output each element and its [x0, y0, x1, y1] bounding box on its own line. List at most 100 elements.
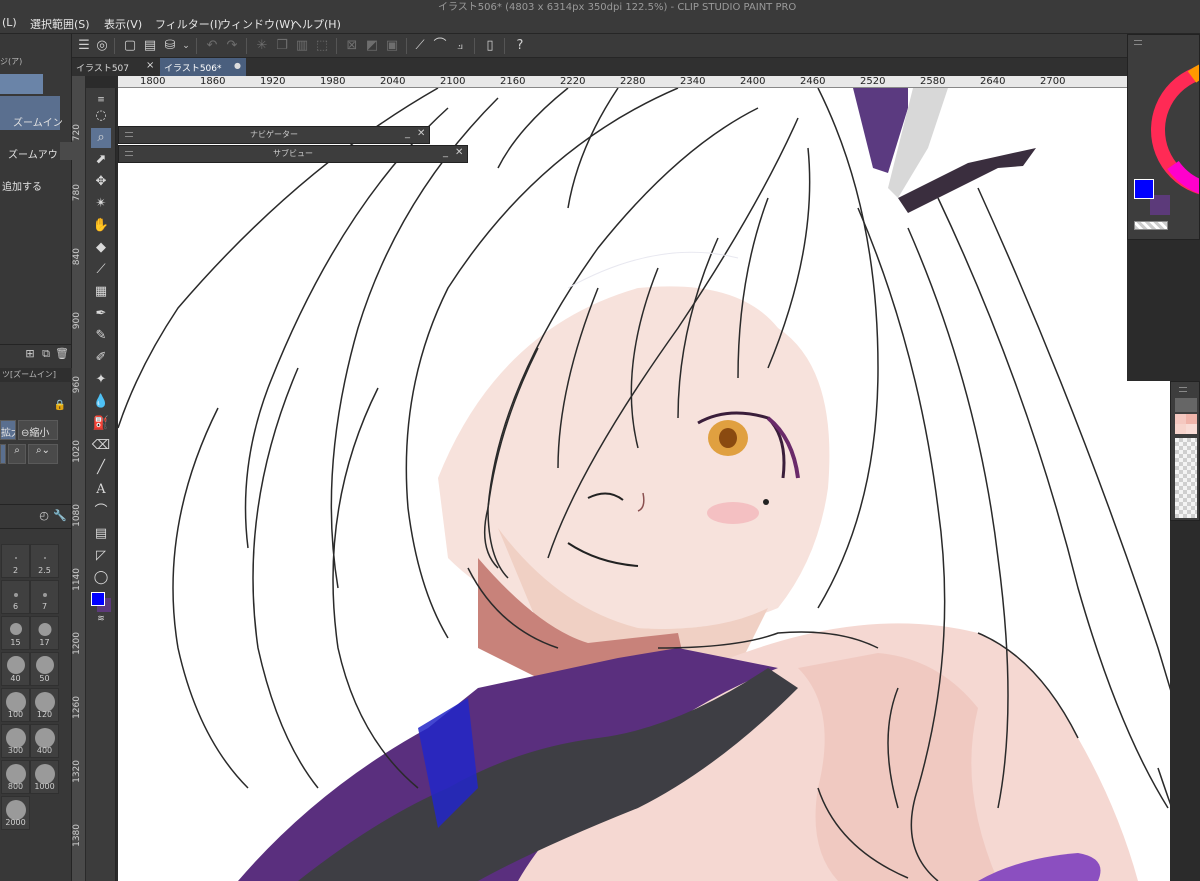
transform-icon[interactable]: ⬚ [314, 38, 330, 54]
line-tool-icon[interactable]: ⌒ [91, 502, 111, 522]
auto-select-tool-icon[interactable]: ✴ [91, 194, 111, 214]
brush-size-7[interactable]: 7 [30, 580, 59, 614]
subview-panel[interactable]: サブビュー _ ✕ [118, 145, 468, 163]
drawing-canvas[interactable] [118, 88, 1200, 881]
menu-item-filter[interactable]: フィルター(I) [155, 16, 222, 32]
redo-icon[interactable]: ↷ [224, 38, 240, 54]
brush-size-15[interactable]: 15 [1, 616, 30, 650]
brush-size-17[interactable]: 17 [30, 616, 59, 650]
transparent-color-chip[interactable] [1134, 221, 1168, 230]
text-tool-icon[interactable]: A [91, 480, 111, 500]
zoom-tool-icon[interactable]: ⌕ [91, 128, 111, 148]
airbrush-tool-icon[interactable]: ⛽ [91, 414, 111, 434]
palette-swatch[interactable] [1175, 414, 1186, 424]
copy-icon[interactable]: ❐ [274, 38, 290, 54]
open-file-icon[interactable]: ▤ [142, 38, 158, 54]
pencil-tool-icon[interactable]: ✎ [91, 326, 111, 346]
decoration-tool-icon[interactable]: ✦ [91, 370, 111, 390]
minimize-icon[interactable]: _ [443, 147, 448, 158]
trash-icon[interactable]: 🗑 [54, 346, 70, 362]
unsaved-dot-icon[interactable]: ● [234, 61, 241, 70]
paste-icon[interactable]: ▥ [294, 38, 310, 54]
shrink-button[interactable]: ⊖縮小 [18, 420, 58, 440]
menu-item-help[interactable]: ヘルプ(H) [291, 16, 341, 32]
zoom-mode-b[interactable]: ⌕ [8, 444, 26, 464]
zoom-out-label[interactable]: ズームアウト [8, 146, 68, 161]
timer-icon[interactable]: ◴ [36, 508, 52, 524]
zoom-in-item[interactable]: ズームイン [0, 96, 63, 130]
brush-size-2000[interactable]: 2000 [1, 796, 30, 830]
brush-size-50[interactable]: 50 [30, 652, 59, 686]
deselect-icon[interactable]: ⊠ [344, 38, 360, 54]
move-tool-icon[interactable]: ✥ [91, 172, 111, 192]
brush-tool-icon[interactable]: ✐ [91, 348, 111, 368]
palette-swatch[interactable] [1186, 424, 1197, 434]
enlarge-button[interactable]: 拡大 [0, 420, 16, 440]
snap-ruler-icon[interactable]: ⟋ [412, 38, 428, 54]
main-color-chip[interactable] [1134, 179, 1154, 199]
smartphone-icon[interactable]: ▯ [482, 38, 498, 54]
brush-size-6[interactable]: 6 [1, 580, 30, 614]
close-icon[interactable]: ✕ [455, 147, 463, 158]
brush-size-2[interactable]: 2 [1, 544, 30, 578]
eyedropper-tool-icon[interactable]: ⟋ [91, 260, 111, 280]
brush-size-1000[interactable]: 1000 [30, 760, 59, 794]
left-panel-tab[interactable]: ジ(ア) [0, 56, 22, 67]
palette-empty-swatches[interactable] [1175, 438, 1197, 518]
ruler-tool-icon[interactable]: ◸ [91, 546, 111, 566]
navigator-panel[interactable]: ナビゲーター _ ✕ [118, 126, 430, 144]
eraser-tool-icon[interactable]: ⌫ [91, 436, 111, 456]
tab-illust-506[interactable]: イラスト506* ● [160, 58, 246, 76]
menu-item-selection[interactable]: 選択範囲(S) [30, 16, 90, 32]
brush-size-800[interactable]: 800 [1, 760, 30, 794]
frame-tool-icon[interactable]: ▤ [91, 524, 111, 544]
brush-size-100[interactable]: 100 [1, 688, 30, 722]
close-icon[interactable]: × [146, 60, 154, 71]
palette-swatch[interactable] [1186, 414, 1197, 424]
zoom-mode-dropdown[interactable]: ⌕⌄ [28, 444, 58, 464]
tab-illust-507[interactable]: イラスト507 × [72, 58, 158, 76]
blend-tool-icon[interactable]: 💧 [91, 392, 111, 412]
brush-size-300[interactable]: 300 [1, 724, 30, 758]
menu-icon[interactable]: ☰ [76, 38, 92, 54]
panel-grip-icon[interactable] [1134, 40, 1142, 45]
brush-size-120[interactable]: 120 [30, 688, 59, 722]
zoom-mode-a[interactable] [0, 444, 6, 464]
save-icon[interactable]: ⛁ [162, 38, 178, 54]
tool-highlight[interactable] [0, 74, 43, 94]
brush-size-2-5[interactable]: 2.5 [30, 544, 59, 578]
brush-size-40[interactable]: 40 [1, 652, 30, 686]
select-all-icon[interactable]: ▣ [384, 38, 400, 54]
lasso-tool-icon[interactable]: ◌ [91, 106, 111, 126]
loading-icon[interactable]: ✳ [254, 38, 270, 54]
duplicate-icon[interactable]: ⧉ [38, 346, 54, 362]
lock-icon[interactable]: 🔒 [52, 398, 68, 414]
invert-selection-icon[interactable]: ◩ [364, 38, 380, 54]
balloon-tool-icon[interactable]: ◯ [91, 568, 111, 588]
new-file-icon[interactable]: ▢ [122, 38, 138, 54]
snap-special-ruler-icon[interactable]: ⌒ [432, 38, 448, 54]
help-icon[interactable]: ? [512, 38, 528, 54]
clip-studio-icon[interactable]: ◎ [94, 38, 110, 54]
panel-grip-icon[interactable] [1179, 387, 1187, 392]
gradient-tool-icon[interactable]: ▦ [91, 282, 111, 302]
menu-item-window[interactable]: ウィンドウ(W) [220, 16, 294, 32]
palette-swatch[interactable] [1175, 424, 1186, 434]
add-item-label[interactable]: 追加する [2, 178, 42, 193]
brush-size-400[interactable]: 400 [30, 724, 59, 758]
wrench-icon[interactable]: 🔧 [52, 508, 68, 524]
new-set-icon[interactable]: ⊞ [22, 346, 38, 362]
close-icon[interactable]: ✕ [417, 128, 425, 139]
zoom-out-handle[interactable] [60, 142, 72, 160]
transparent-color-icon[interactable]: ≋ [91, 614, 111, 624]
snap-grid-icon[interactable]: ⟓ [452, 38, 468, 54]
menu-item-view[interactable]: 表示(V) [104, 16, 142, 32]
undo-icon[interactable]: ↶ [204, 38, 220, 54]
pen-tool-icon[interactable]: ✒ [91, 304, 111, 324]
fill-tool-icon[interactable]: ◆ [91, 238, 111, 258]
menu-item-layer[interactable]: (L) [2, 16, 17, 29]
figure-tool-icon[interactable]: ╱ [91, 458, 111, 478]
save-dropdown-icon[interactable]: ⌄ [178, 38, 194, 54]
hand-tool-icon[interactable]: ✋ [91, 216, 111, 236]
minimize-icon[interactable]: _ [405, 128, 410, 139]
